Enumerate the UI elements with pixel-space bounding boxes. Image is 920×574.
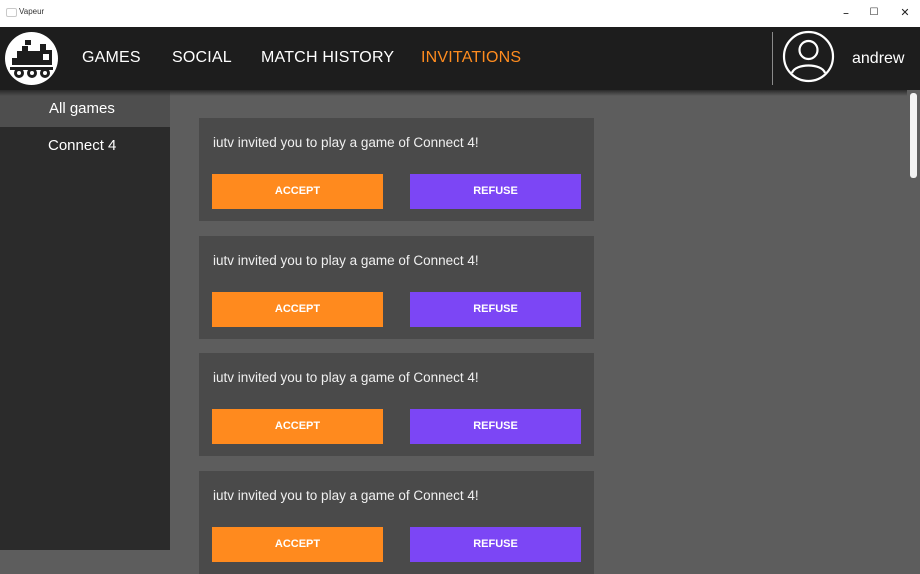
refuse-button[interactable]: REFUSE xyxy=(410,527,581,562)
accept-button[interactable]: ACCEPT xyxy=(212,174,383,209)
username-label[interactable]: andrew xyxy=(852,50,904,68)
maximize-button[interactable]: ☐ xyxy=(864,4,884,22)
nav-games[interactable]: GAMES xyxy=(82,49,141,67)
minimize-button[interactable]: – xyxy=(836,4,856,22)
user-profile-icon[interactable] xyxy=(782,30,835,83)
accept-button[interactable]: ACCEPT xyxy=(212,409,383,444)
refuse-button[interactable]: REFUSE xyxy=(410,174,581,209)
nav-match-history[interactable]: MATCH HISTORY xyxy=(261,49,394,67)
invitation-message: iutv invited you to play a game of Conne… xyxy=(213,488,479,503)
invitation-message: iutv invited you to play a game of Conne… xyxy=(213,135,479,150)
app-window-icon xyxy=(6,8,17,17)
refuse-button[interactable]: REFUSE xyxy=(410,409,581,444)
accept-button[interactable]: ACCEPT xyxy=(212,292,383,327)
invitation-card: iutv invited you to play a game of Conne… xyxy=(199,236,594,339)
invitation-message: iutv invited you to play a game of Conne… xyxy=(213,253,479,268)
locomotive-logo-icon[interactable] xyxy=(5,32,58,85)
refuse-button[interactable]: REFUSE xyxy=(410,292,581,327)
nav-social[interactable]: SOCIAL xyxy=(172,49,232,67)
top-navbar: GAMES SOCIAL MATCH HISTORY INVITATIONS a… xyxy=(0,27,920,90)
sidebar-item-label: Connect 4 xyxy=(48,137,117,154)
window-title: Vapeur xyxy=(19,7,45,16)
content-scrollbar[interactable] xyxy=(907,90,920,550)
window-titlebar: Vapeur – ☐ ✕ xyxy=(0,0,920,27)
invitation-card: iutv invited you to play a game of Conne… xyxy=(199,353,594,456)
navbar-shadow xyxy=(0,90,920,96)
invitation-card: iutv invited you to play a game of Conne… xyxy=(199,118,594,221)
nav-invitations[interactable]: INVITATIONS xyxy=(421,49,521,67)
scrollbar-thumb[interactable] xyxy=(910,93,917,178)
game-filter-sidebar: All games Connect 4 xyxy=(0,90,170,550)
invitation-message: iutv invited you to play a game of Conne… xyxy=(213,370,479,385)
accept-button[interactable]: ACCEPT xyxy=(212,527,383,562)
navbar-divider xyxy=(772,32,773,85)
sidebar-item-label: All games xyxy=(49,100,115,117)
close-button[interactable]: ✕ xyxy=(895,4,915,22)
invitation-card: iutv invited you to play a game of Conne… xyxy=(199,471,594,574)
sidebar-item-connect-4[interactable]: Connect 4 xyxy=(0,127,170,164)
